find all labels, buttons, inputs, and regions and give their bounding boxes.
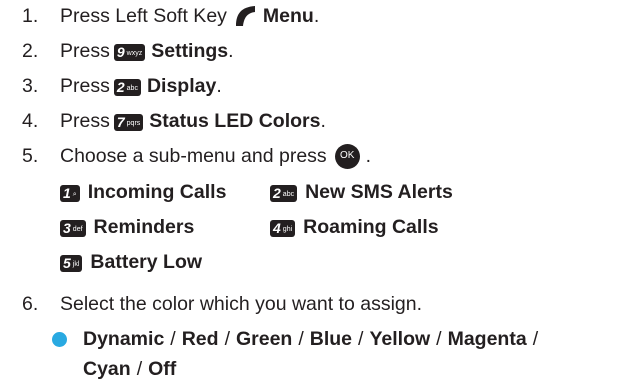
separator: / xyxy=(298,328,304,350)
step-6: 6. Select the color which you want to as… xyxy=(22,291,422,317)
color-option: Red xyxy=(181,328,219,350)
submenu-label: Reminders xyxy=(93,216,195,238)
color-options-line-1: Dynamic / Red / Green / Blue / Yellow / … xyxy=(52,326,544,352)
step-number: 2. xyxy=(22,40,39,62)
punctuation: . xyxy=(365,145,372,167)
submenu-label: Battery Low xyxy=(90,251,203,273)
separator: / xyxy=(224,328,230,350)
step-number: 4. xyxy=(22,110,39,132)
menu-label: Menu xyxy=(262,5,314,27)
step-text: Press xyxy=(60,40,110,62)
separator: / xyxy=(170,328,176,350)
submenu-option-reminders: 3 def Reminders xyxy=(60,214,194,240)
submenu-label: New SMS Alerts xyxy=(305,181,453,203)
submenu-label: Roaming Calls xyxy=(303,216,439,238)
step-text: Press Left Soft Key xyxy=(60,5,227,27)
separator: / xyxy=(358,328,364,350)
step-1: 1. Press Left Soft Key Menu . xyxy=(22,3,319,29)
step-4: 4. Press 7 pqrs Status LED Colors . xyxy=(22,108,326,134)
ok-key-icon: OK xyxy=(334,143,360,169)
color-options-line-2: Cyan / Off xyxy=(83,356,176,382)
step-number: 6. xyxy=(22,293,39,315)
key-9-icon: 9 wxyz xyxy=(113,43,146,61)
submenu-option-battery-low: 5 jkl Battery Low xyxy=(60,249,202,275)
color-option: Yellow xyxy=(369,328,431,350)
key-1-icon: 1 ⌕ xyxy=(60,184,80,202)
key-2-icon: 2 abc xyxy=(113,78,141,96)
color-option: Cyan xyxy=(83,358,131,380)
step-2: 2. Press 9 wxyz Settings . xyxy=(22,38,234,64)
separator: / xyxy=(136,358,143,380)
key-2-icon: 2 abc xyxy=(270,184,298,202)
color-option: Green xyxy=(235,328,293,350)
step-number: 1. xyxy=(22,5,39,27)
color-option: Dynamic xyxy=(83,328,165,350)
submenu-label: Incoming Calls xyxy=(87,181,227,203)
step-number: 3. xyxy=(22,75,39,97)
key-7-icon: 7 pqrs xyxy=(113,113,144,131)
step-text: Press xyxy=(60,110,110,132)
settings-label: Settings xyxy=(151,40,229,62)
bullet-icon xyxy=(52,331,67,347)
separator: / xyxy=(436,328,442,350)
punctuation: . xyxy=(320,110,326,132)
left-soft-key-icon xyxy=(235,6,255,26)
step-number: 5. xyxy=(22,145,39,167)
color-option: Blue xyxy=(309,328,353,350)
color-option: Off xyxy=(148,358,177,380)
key-3-icon: 3 def xyxy=(60,219,86,237)
step-text: Select the color which you want to assig… xyxy=(60,293,423,315)
separator: / xyxy=(532,328,539,350)
color-option: Magenta xyxy=(447,328,527,350)
step-text: Press xyxy=(60,75,110,97)
display-label: Display xyxy=(146,75,217,97)
submenu-option-incoming-calls: 1 ⌕ Incoming Calls xyxy=(60,179,226,205)
step-5: 5. Choose a sub-menu and press OK . xyxy=(22,143,371,169)
punctuation: . xyxy=(228,40,234,62)
key-5-icon: 5 jkl xyxy=(60,254,83,272)
instruction-page: 1. Press Left Soft Key Menu . 2. Press 9… xyxy=(0,0,634,388)
submenu-option-new-sms-alerts: 2 abc New SMS Alerts xyxy=(270,179,453,205)
status-led-colors-label: Status LED Colors xyxy=(149,110,321,132)
punctuation: . xyxy=(313,5,320,27)
step-text: Choose a sub-menu and press xyxy=(60,145,327,167)
key-4-icon: 4 ghi xyxy=(270,219,296,237)
punctuation: . xyxy=(216,75,222,97)
step-3: 3. Press 2 abc Display . xyxy=(22,73,222,99)
submenu-option-roaming-calls: 4 ghi Roaming Calls xyxy=(270,214,439,240)
